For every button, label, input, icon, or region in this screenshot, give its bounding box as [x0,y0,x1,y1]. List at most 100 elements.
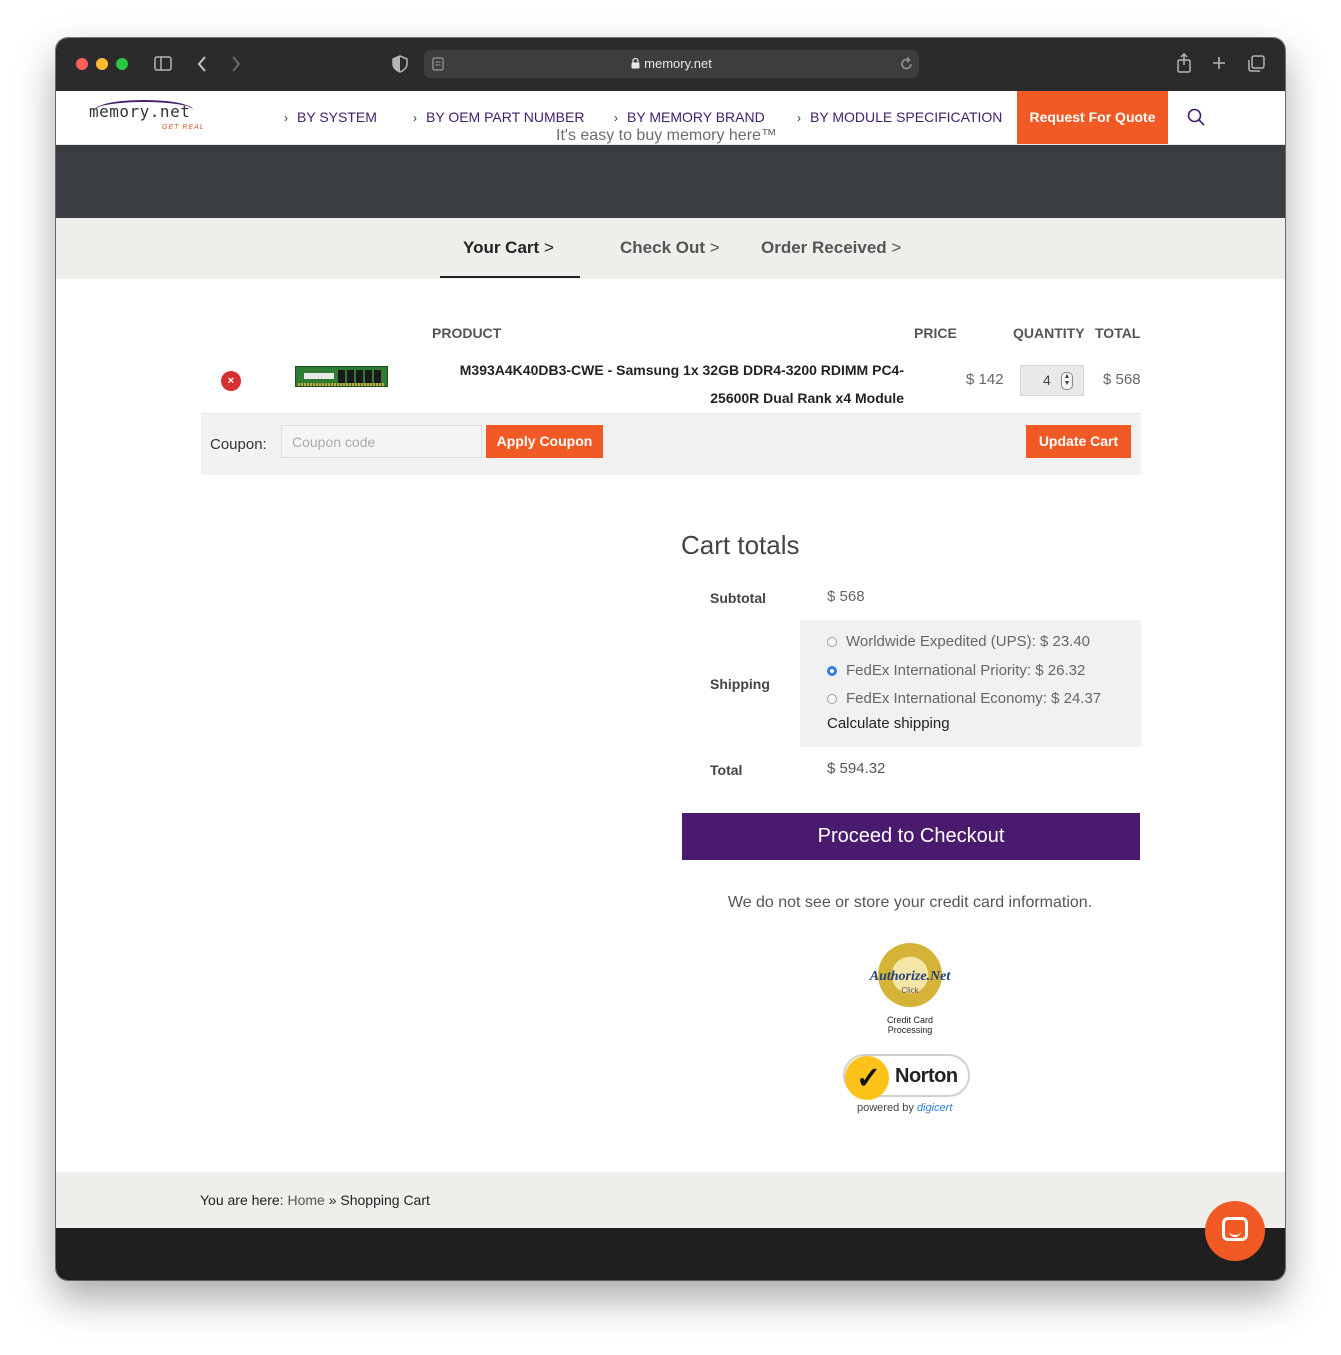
radio-button[interactable] [827,694,837,704]
url-value: memory.net [644,56,712,71]
breadcrumb-separator: » [328,1192,337,1208]
chevron-right-icon: > [709,238,720,257]
credit-card-note: We do not see or store your credit card … [727,894,1093,911]
reload-icon[interactable] [900,57,913,71]
norton-powered-by: powered by digicert [857,1102,952,1114]
nav-label: BY MODULE SPECIFICATION [810,109,1003,125]
radio-button[interactable] [827,637,837,647]
shipping-options: Worldwide Expedited (UPS): $ 23.40 FedEx… [800,620,1141,747]
apply-coupon-button[interactable]: Apply Coupon [486,425,603,458]
header-total: TOTAL [1095,325,1141,341]
shipping-option-fedex-economy[interactable]: FedEx International Economy: $ 24.37 [827,690,1101,707]
active-step-indicator [440,276,580,278]
shipping-label: Shipping [710,676,770,692]
search-icon[interactable] [1187,108,1205,126]
nav-by-oem-part-number[interactable]: › BY OEM PART NUMBER [413,109,584,125]
subtotal-label: Subtotal [710,590,766,606]
header-product: PRODUCT [432,325,502,341]
chat-launcher-button[interactable] [1205,1201,1265,1261]
coupon-code-input[interactable]: Coupon code [281,425,482,458]
digicert-text: digicert [916,1102,953,1114]
nav-label: BY OEM PART NUMBER [426,109,585,125]
chat-icon [1222,1217,1248,1241]
coupon-label: Coupon: [210,436,267,453]
authorize-net-seal[interactable]: Authorize.Net Click Credit Card Processin… [867,943,953,1035]
browser-window: memory.net memory.net GET REAL › BY SYSTE… [56,38,1285,1280]
chevron-right-icon: › [797,111,801,125]
chevron-right-icon: > [543,238,554,257]
close-window-button[interactable] [76,58,88,70]
nav-label: BY SYSTEM [297,109,377,125]
shield-icon[interactable] [392,55,408,73]
forward-icon[interactable] [230,55,242,73]
url-text: memory.net [424,56,919,71]
back-icon[interactable] [196,55,208,73]
shipping-option-label: FedEx International Economy: $ 24.37 [846,690,1102,707]
minimize-window-button[interactable] [96,58,108,70]
norton-wordmark: Norton [895,1065,958,1087]
header-quantity: QUANTITY [1013,325,1085,341]
step-order-received[interactable]: Order Received > [761,238,901,258]
lock-icon [631,57,640,69]
step-label: Order Received [761,238,887,257]
share-icon[interactable] [1176,53,1192,73]
step-check-out[interactable]: Check Out > [620,238,720,258]
hero-tagline: It's easy to buy memory here™ [556,127,777,144]
breadcrumb: You are here: Home » Shopping Cart [200,1192,430,1208]
remove-item-button[interactable]: × [221,371,241,391]
product-name-link[interactable]: M393A4K40DB3-CWE - Samsung 1x 32GB DDR4-… [444,356,904,412]
hero-banner: It's easy to buy memory here™ [56,127,1285,218]
seal-click: Click [901,986,919,995]
norton-check-icon: ✓ [845,1056,889,1100]
step-label: Your Cart [463,238,540,257]
shipping-option-ups[interactable]: Worldwide Expedited (UPS): $ 23.40 [827,633,1090,650]
item-total: $ 568 [1103,371,1141,388]
shipping-option-label: FedEx International Priority: $ 26.32 [846,662,1086,679]
site-logo[interactable]: memory.net GET REAL [89,100,209,134]
seal-caption-line: Processing [887,1025,933,1035]
product-thumbnail[interactable] [295,366,388,387]
address-bar[interactable]: memory.net [424,50,919,78]
nav-by-memory-brand[interactable]: › BY MEMORY BRAND [614,109,765,125]
product-name-line: 25600R Dual Rank x4 Module [710,390,904,406]
chevron-right-icon: › [284,111,288,125]
calculate-shipping-link[interactable]: Calculate shipping [827,715,950,732]
nav-by-system[interactable]: › BY SYSTEM [284,109,377,125]
seal-caption-line: Credit Card [886,1015,933,1025]
browser-toolbar: memory.net [56,38,1285,91]
site-footer [56,1228,1285,1280]
tabs-overview-icon[interactable] [1248,55,1265,72]
breadcrumb-current: Shopping Cart [340,1192,430,1208]
quantity-stepper[interactable]: 4 ▲ ▼ [1020,365,1084,396]
new-tab-icon[interactable] [1212,56,1226,70]
coupon-row: Coupon: Coupon code Apply Coupon Update … [201,414,1141,475]
seal-caption: Credit Card Processing [867,1015,953,1035]
chevron-right-icon: › [614,111,618,125]
update-cart-button[interactable]: Update Cart [1026,425,1131,458]
shipping-option-fedex-priority[interactable]: FedEx International Priority: $ 26.32 [827,662,1085,679]
nav-by-module-specification[interactable]: › BY MODULE SPECIFICATION [797,109,1002,125]
total-value: $ 594.32 [827,760,886,777]
radio-button-selected[interactable] [827,666,837,676]
chevron-right-icon: > [891,238,902,257]
seal-brand: Authorize.Net [869,969,951,984]
step-label: Check Out [620,238,706,257]
cart-totals-title: Cart totals [681,530,800,560]
product-name-line: M393A4K40DB3-CWE - Samsung 1x 32GB DDR4-… [459,362,904,378]
subtotal-value: $ 568 [827,588,865,605]
zoom-window-button[interactable] [116,58,128,70]
quantity-value: 4 [1043,372,1051,388]
step-your-cart[interactable]: Your Cart > [463,238,554,258]
breadcrumb-home-link[interactable]: Home [287,1192,324,1208]
item-price: $ 142 [966,371,1004,388]
checkout-steps: Your Cart > Check Out > Order Received > [56,218,1285,279]
sidebar-icon[interactable] [154,56,172,71]
spinner-icon[interactable]: ▲ ▼ [1061,372,1073,390]
breadcrumb-prefix: You are here: [200,1192,284,1208]
header-price: PRICE [914,325,957,341]
request-for-quote-button[interactable]: Request For Quote [1017,91,1168,144]
chevron-right-icon: › [413,111,417,125]
norton-seal[interactable]: ✓ Norton powered by digicert [843,1050,973,1116]
logo-tagline: GET REAL [162,124,205,131]
proceed-to-checkout-button[interactable]: Proceed to Checkout [682,813,1140,860]
